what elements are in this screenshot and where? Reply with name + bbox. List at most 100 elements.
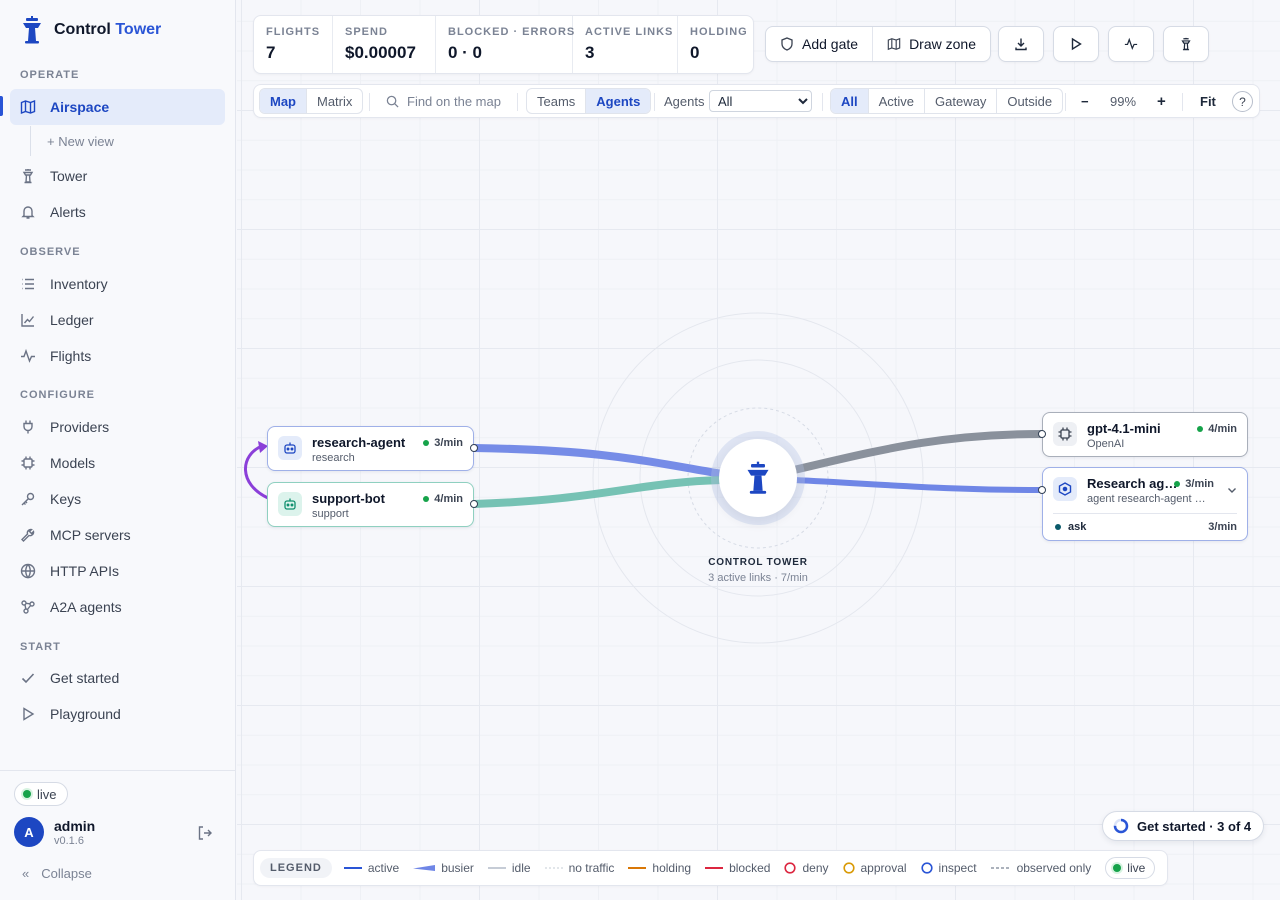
node-subtitle: OpenAI: [1087, 438, 1125, 450]
tab-matrix[interactable]: Matrix: [306, 89, 362, 113]
node-rate: 4/min: [423, 493, 463, 505]
toolbar-divider: [517, 93, 518, 111]
legend-live-badge: live: [1105, 857, 1156, 879]
node-title: support-bot: [312, 491, 385, 506]
tab-map[interactable]: Map: [260, 89, 306, 113]
stat-label: BLOCKED · ERRORS: [448, 26, 576, 38]
stat-active-links: ACTIVE LINKS 3: [573, 16, 678, 73]
stat-label: ACTIVE LINKS: [585, 26, 674, 38]
legend-item-inspect: inspect: [920, 861, 977, 875]
stat-label: FLIGHTS: [266, 26, 321, 38]
live-label: live: [1127, 861, 1146, 875]
rate-dot: [1197, 426, 1204, 432]
link-research-agent: [470, 444, 726, 478]
stat-flights: FLIGHTS 7: [254, 16, 333, 73]
progress-ring-icon: [1113, 818, 1129, 834]
chevron-down-icon[interactable]: [1226, 484, 1238, 496]
zoom-out-button[interactable]: −: [1081, 88, 1089, 114]
map-icon: [887, 37, 901, 51]
legend-label: no traffic: [568, 861, 615, 875]
node-title: research-agent: [312, 435, 406, 450]
stat-spend: SPEND $0.00007: [333, 16, 436, 73]
node-support-bot[interactable]: support-bot support 4/min: [267, 482, 474, 527]
port-research-ag[interactable]: [1038, 486, 1046, 494]
chip-icon: [1053, 422, 1077, 446]
skill-dot: [1055, 524, 1061, 530]
legend-swatch: [544, 867, 563, 869]
stat-value: 7: [266, 43, 276, 62]
help-button[interactable]: ?: [1232, 91, 1253, 112]
add-gate-label: Add gate: [802, 36, 859, 52]
skill-name: ask: [1068, 521, 1087, 533]
legend-item-idle: idle: [487, 861, 531, 875]
get-started-progress-button[interactable]: Get started · 3 of 4: [1102, 811, 1265, 841]
map-actions: Add gate Draw zone: [765, 26, 991, 62]
legend-item-active: active: [343, 861, 400, 875]
node-subtitle: agent research-agent …: [1087, 493, 1206, 505]
toolbar-divider: [822, 93, 823, 111]
node-research-agent[interactable]: research-agent research 3/min: [267, 426, 474, 471]
legend-swatch: [842, 862, 855, 874]
legend-item-approval: approval: [842, 861, 907, 875]
fit-button[interactable]: Fit: [1200, 88, 1216, 114]
map-search: [386, 88, 537, 114]
filter-all[interactable]: All: [831, 89, 868, 113]
zoom-level: 99%: [1110, 93, 1137, 109]
pulse-icon: [1124, 37, 1138, 51]
download-button[interactable]: [998, 26, 1044, 62]
draw-zone-label: Draw zone: [909, 36, 976, 52]
tower-button[interactable]: [1163, 26, 1209, 62]
filter-gateway[interactable]: Gateway: [924, 89, 996, 113]
legend-label: busier: [441, 861, 474, 875]
stat-value: $0.00007: [345, 43, 416, 62]
stat-label: HOLDING: [690, 26, 748, 38]
agents-filter-select[interactable]: All: [709, 90, 812, 112]
port-support-bot[interactable]: [470, 500, 478, 508]
stat-value: 3: [585, 43, 595, 62]
add-gate-button[interactable]: Add gate: [766, 27, 872, 61]
stat-blocked-errors: BLOCKED · ERRORS 0 · 0: [436, 16, 576, 73]
node-research-ag[interactable]: Research ag… agent research-agent … 3/mi…: [1042, 467, 1248, 541]
legend: LEGEND active busier idle no traffic hol…: [253, 850, 1168, 886]
play-button[interactable]: [1053, 26, 1099, 62]
node-rate: 3/min: [1174, 478, 1214, 490]
search-icon: [386, 95, 399, 108]
link-support-bot: [470, 476, 726, 508]
tower-icon: [1181, 37, 1191, 51]
port-research-agent[interactable]: [470, 444, 478, 452]
skill-row[interactable]: ask: [1055, 521, 1086, 533]
legend-item-blocked: blocked: [705, 861, 770, 875]
group-toggle: Teams Agents: [526, 88, 652, 114]
legend-label: blocked: [729, 861, 771, 875]
legend-item-no-traffic: no traffic: [544, 861, 615, 875]
legend-label: inspect: [938, 861, 977, 875]
robot-icon: [278, 436, 302, 460]
skill-rate: 3/min: [1208, 521, 1237, 533]
legend-item-deny: deny: [784, 861, 829, 875]
control-tower-hub[interactable]: [719, 439, 797, 517]
activity-button[interactable]: [1108, 26, 1154, 62]
tab-teams[interactable]: Teams: [527, 89, 585, 113]
port-gpt-4-1-mini[interactable]: [1038, 430, 1046, 438]
rate-value: 4/min: [434, 493, 463, 505]
zoom-in-button[interactable]: +: [1157, 88, 1166, 114]
legend-swatch: [413, 865, 436, 871]
node-gpt-4-1-mini[interactable]: gpt-4.1-mini OpenAI 4/min: [1042, 412, 1248, 457]
rate-value: 4/min: [1208, 423, 1237, 435]
tower-icon: [747, 461, 769, 494]
play-icon: [1071, 37, 1082, 51]
node-rate: 3/min: [423, 437, 463, 449]
get-started-label: Get started · 3 of 4: [1137, 818, 1252, 834]
link-research-ag: [791, 477, 1045, 493]
draw-zone-button[interactable]: Draw zone: [872, 27, 990, 61]
toolbar-divider: [369, 93, 370, 111]
legend-label: active: [367, 861, 400, 875]
node-subtitle: research: [312, 452, 355, 464]
map-toolbar: Map Matrix Teams Agents Agents All All A…: [253, 84, 1260, 118]
filter-outside[interactable]: Outside: [996, 89, 1062, 113]
agents-filter-label: Agents: [664, 94, 705, 109]
rate-value: 3/min: [434, 437, 463, 449]
legend-label: deny: [802, 861, 829, 875]
filter-active[interactable]: Active: [867, 89, 924, 113]
tab-agents[interactable]: Agents: [585, 89, 651, 113]
